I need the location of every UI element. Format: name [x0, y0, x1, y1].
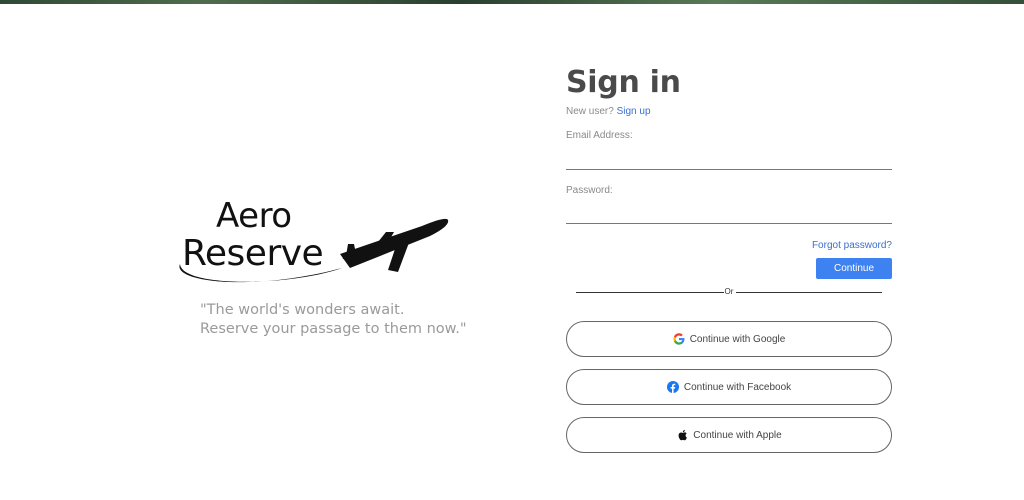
apple-icon [676, 429, 688, 441]
continue-with-apple-button[interactable]: Continue with Apple [566, 417, 892, 453]
signin-form: Sign in New user? Sign up Email Address:… [566, 64, 892, 453]
forgot-password-link[interactable]: Forgot password? [812, 240, 892, 251]
google-icon [673, 333, 685, 345]
header-image-strip [0, 0, 1024, 4]
facebook-icon [666, 381, 679, 393]
airplane-icon [340, 218, 449, 272]
tagline-line-2: Reserve your passage to them now." [200, 321, 467, 337]
tagline-line-1: "The world's wonders await. [200, 302, 405, 318]
new-user-row: New user? Sign up [566, 106, 892, 120]
brand-word-reserve: Reserve [182, 233, 324, 274]
continue-with-google-button[interactable]: Continue with Google [566, 321, 892, 357]
signup-link[interactable]: Sign up [617, 106, 651, 117]
brand-word-aero: Aero [216, 196, 292, 236]
or-divider: Or [576, 286, 882, 298]
facebook-button-label: Continue with Facebook [683, 381, 792, 393]
new-user-prompt: New user? [566, 106, 614, 117]
divider-text: Or [724, 287, 734, 296]
page-title: Sign in [566, 65, 681, 100]
continue-with-facebook-button[interactable]: Continue with Facebook [566, 369, 892, 405]
tagline: "The world's wonders await. Reserve your… [200, 301, 500, 339]
password-label: Password: [566, 185, 613, 196]
aero-reserve-logo: Aero Reserve [172, 196, 462, 296]
continue-button[interactable]: Continue [816, 258, 892, 279]
google-button-label: Continue with Google [689, 333, 786, 345]
apple-button-label: Continue with Apple [693, 429, 782, 441]
email-label: Email Address: [566, 130, 633, 141]
email-field[interactable] [566, 147, 892, 170]
password-field[interactable] [566, 201, 892, 224]
